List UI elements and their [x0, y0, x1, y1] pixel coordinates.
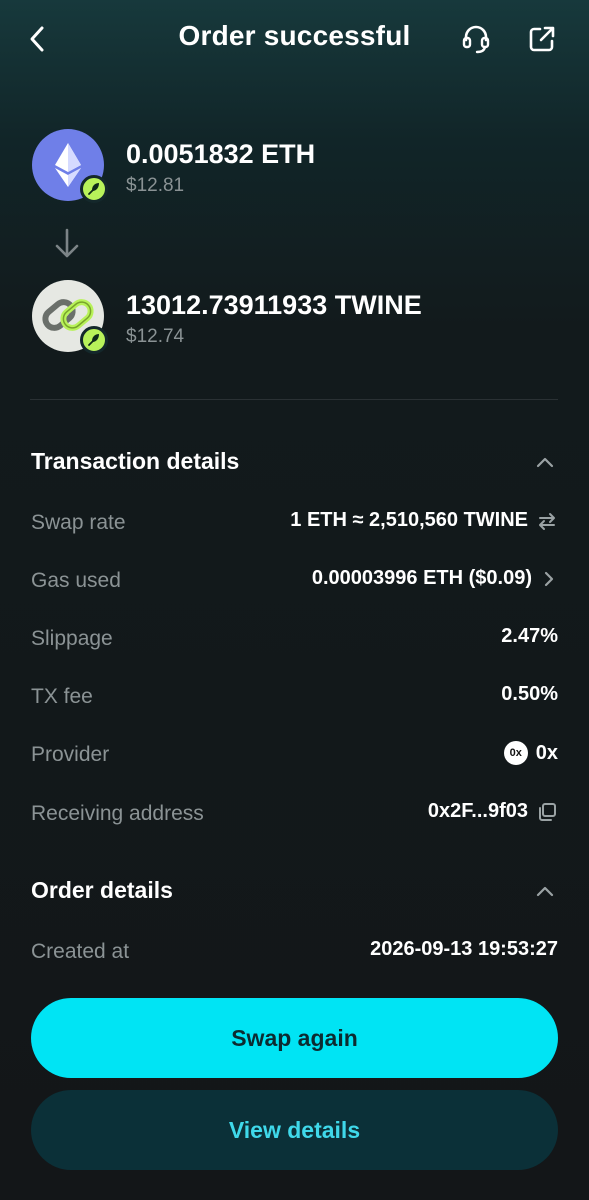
from-token: 0.0051832 ETH $12.81 [32, 129, 552, 209]
slippage-value: 2.47% [501, 625, 558, 647]
provider-label: Provider [31, 743, 110, 766]
receiving-address-value: 0x2F...9f03 [427, 800, 528, 822]
to-amount: 13012.73911933 TWINE [126, 290, 422, 320]
leaf-badge-icon [80, 326, 108, 354]
leaf-badge-icon [80, 175, 108, 203]
swap-rate-value: 1 ETH ≈ 2,510,560 TWINE [290, 509, 528, 531]
from-usd-value: $12.81 [126, 175, 185, 196]
swap-rate-row: Swap rate 1 ETH ≈ 2,510,560 TWINE [31, 505, 558, 541]
headset-icon [462, 25, 490, 54]
external-link-icon [529, 26, 555, 52]
created-at-row: Created at 2026-09-13 19:53:27 [31, 934, 558, 970]
to-token: 13012.73911933 TWINE $12.74 [32, 280, 552, 360]
created-at-label: Created at [31, 940, 130, 963]
ethereum-icon [32, 129, 108, 203]
to-usd-value: $12.74 [126, 326, 185, 347]
provider-row: Provider 0x 0x [31, 737, 558, 773]
chevron-up-icon [536, 886, 554, 897]
from-amount: 0.0051832 ETH [126, 139, 316, 169]
swap-rate-label: Swap rate [31, 511, 126, 534]
gas-used-value: 0.00003996 ETH ($0.09) [311, 567, 532, 589]
twine-chain-icon [32, 280, 108, 354]
open-external-button[interactable] [524, 22, 560, 56]
page-title: Order successful [178, 20, 411, 51]
header-bar: Order successful [0, 0, 589, 80]
view-details-button[interactable]: View details [31, 1090, 558, 1170]
slippage-label: Slippage [31, 627, 113, 650]
created-at-value: 2026-09-13 19:53:27 [370, 938, 558, 960]
gas-used-label: Gas used [31, 569, 121, 592]
provider-value: 0x [535, 741, 558, 764]
tx-fee-label: TX fee [31, 685, 93, 708]
receiving-address-label: Receiving address [31, 802, 204, 825]
order-details-collapse-button[interactable] [530, 876, 560, 906]
slippage-row: Slippage 2.47% [31, 621, 558, 657]
divider [30, 399, 558, 400]
transaction-details-collapse-button[interactable] [530, 447, 560, 477]
swap-arrows-icon[interactable] [536, 510, 558, 532]
chevron-up-icon [536, 457, 554, 468]
chevron-right-icon [540, 568, 558, 590]
support-button[interactable] [458, 22, 494, 56]
receiving-address-row: Receiving address 0x2F...9f03 [31, 796, 558, 832]
swap-again-button[interactable]: Swap again [31, 998, 558, 1078]
0x-logo-icon: 0x [503, 741, 528, 765]
tx-fee-row: TX fee 0.50% [31, 679, 558, 715]
tx-fee-value: 0.50% [501, 683, 558, 705]
copy-icon[interactable] [536, 801, 558, 823]
gas-used-row[interactable]: Gas used 0.00003996 ETH ($0.09) [31, 563, 558, 599]
transaction-details-title: Transaction details [31, 448, 240, 474]
order-details-title: Order details [31, 877, 173, 903]
arrow-down-icon [55, 228, 79, 258]
